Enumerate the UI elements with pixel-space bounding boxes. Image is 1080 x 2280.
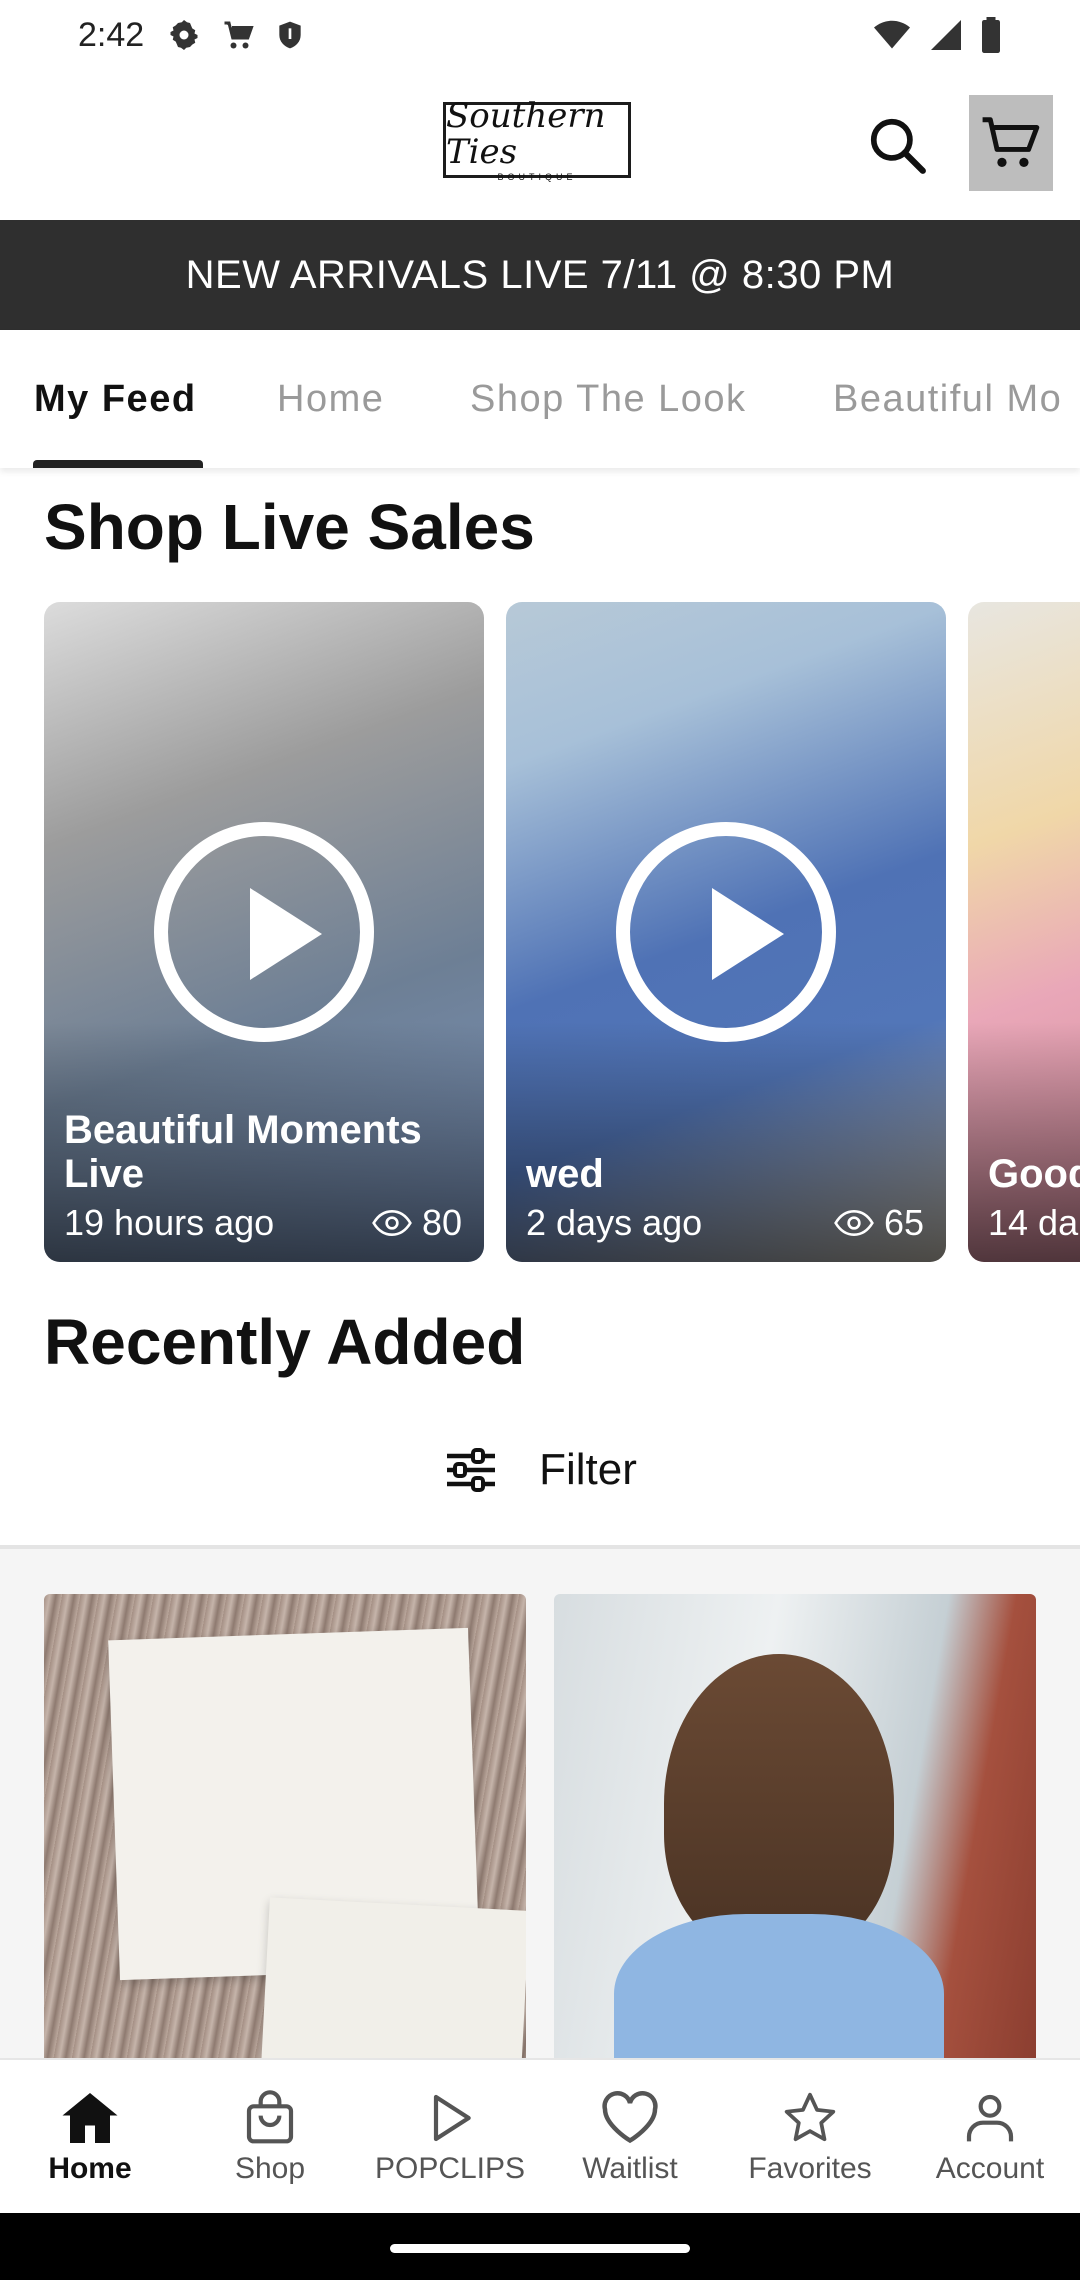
filter-button[interactable]: Filter	[0, 1410, 1080, 1530]
nav-shop[interactable]: Shop	[180, 2060, 360, 2215]
section-title-recently-added: Recently Added	[44, 1306, 526, 1378]
shield-icon	[279, 21, 301, 49]
signal-icon	[931, 20, 961, 50]
tab-beautiful-moments[interactable]: Beautiful Mo	[833, 330, 1062, 468]
live-card-title: Beautiful Moments Live	[64, 1108, 422, 1196]
cart-icon	[982, 117, 1040, 168]
brand-logo[interactable]: Southern Ties BOUTIQUE	[443, 98, 631, 182]
live-card-title: Good Live	[988, 1152, 1080, 1196]
live-card-views: 80	[372, 1202, 462, 1244]
product-card[interactable]	[44, 1594, 526, 2064]
logo-sub-text: BOUTIQUE	[497, 172, 577, 182]
status-bar: 2:42	[0, 0, 1080, 70]
live-card-views: 65	[834, 1202, 924, 1244]
status-icons-left	[166, 17, 306, 53]
view-count: 65	[883, 1202, 924, 1243]
live-card-time: 14 da	[988, 1202, 1079, 1243]
system-gesture-bar	[0, 2213, 1080, 2280]
filter-sliders-icon	[447, 1448, 496, 1492]
product-model-hair	[664, 1654, 894, 1954]
play-icon[interactable]	[154, 822, 374, 1042]
active-tab-indicator	[33, 460, 203, 468]
search-icon	[870, 118, 926, 174]
section-title-live-sales: Shop Live Sales	[44, 491, 535, 563]
nav-waitlist[interactable]: Waitlist	[540, 2060, 720, 2215]
nav-popclips[interactable]: POPCLIPS	[360, 2060, 540, 2215]
nav-label: Waitlist	[582, 2151, 678, 2185]
live-sale-card[interactable]: wed 2 days ago 65	[506, 602, 946, 1262]
nav-label: Account	[935, 2151, 1045, 2185]
star-icon	[784, 2092, 836, 2141]
status-icons-right	[872, 17, 1002, 53]
nav-label: Shop	[234, 2151, 306, 2185]
play-icon[interactable]	[616, 822, 836, 1042]
product-model-top	[614, 1914, 944, 2064]
live-card-title: wed	[526, 1152, 604, 1196]
battery-icon	[982, 17, 1000, 53]
cart-button[interactable]	[969, 95, 1053, 191]
wifi-icon	[874, 20, 910, 49]
eye-icon	[834, 1209, 874, 1237]
search-button[interactable]	[862, 110, 932, 180]
live-card-time: 2 days ago	[526, 1202, 703, 1243]
person-icon	[966, 2094, 1014, 2141]
tab-label: Shop The Look	[470, 377, 747, 420]
tab-home[interactable]: Home	[277, 330, 384, 468]
logo-main-text: Southern Ties	[446, 96, 606, 172]
filter-label: Filter	[539, 1445, 637, 1494]
live-card-time: 19 hours ago	[64, 1202, 275, 1243]
announcement-text: NEW ARRIVALS LIVE 7/11 @ 8:30 PM	[185, 252, 895, 297]
view-count: 80	[421, 1202, 462, 1243]
tab-label: My Feed	[34, 377, 197, 420]
nav-label: POPCLIPS	[374, 2151, 526, 2185]
tab-my-feed[interactable]: My Feed	[34, 330, 197, 468]
nav-label: Favorites	[748, 2151, 872, 2185]
home-gesture-handle[interactable]	[390, 2244, 690, 2253]
play-icon	[433, 2094, 471, 2141]
tab-label: Beautiful Mo	[833, 377, 1063, 420]
heart-icon	[602, 2090, 658, 2143]
nav-label: Home	[48, 2151, 132, 2185]
shopping-bag-icon	[246, 2089, 294, 2143]
nav-account[interactable]: Account	[900, 2060, 1080, 2215]
announcement-banner[interactable]: NEW ARRIVALS LIVE 7/11 @ 8:30 PM	[0, 220, 1080, 330]
nav-favorites[interactable]: Favorites	[720, 2060, 900, 2215]
product-card[interactable]	[554, 1594, 1036, 2064]
cart-notification-icon	[224, 21, 254, 49]
home-icon	[62, 2092, 118, 2143]
eye-icon	[372, 1209, 412, 1237]
app-header: Southern Ties BOUTIQUE	[0, 70, 1080, 220]
live-sale-card[interactable]: Good Live 14 da	[968, 602, 1080, 1262]
status-time: 2:42	[78, 15, 145, 54]
product-earring-card	[258, 1897, 526, 2064]
nav-home[interactable]: Home	[0, 2060, 180, 2215]
tab-label: Home	[277, 377, 385, 420]
bottom-navigation: Home Shop POPCLIPS Waitlist Favorites Ac…	[0, 2058, 1080, 2213]
live-sale-card[interactable]: Beautiful Moments Live 19 hours ago 80	[44, 602, 484, 1262]
settings-icon	[170, 20, 198, 50]
tab-shop-the-look[interactable]: Shop The Look	[470, 330, 747, 468]
category-tabs: My Feed Home Shop The Look Beautiful Mo	[0, 330, 1080, 468]
